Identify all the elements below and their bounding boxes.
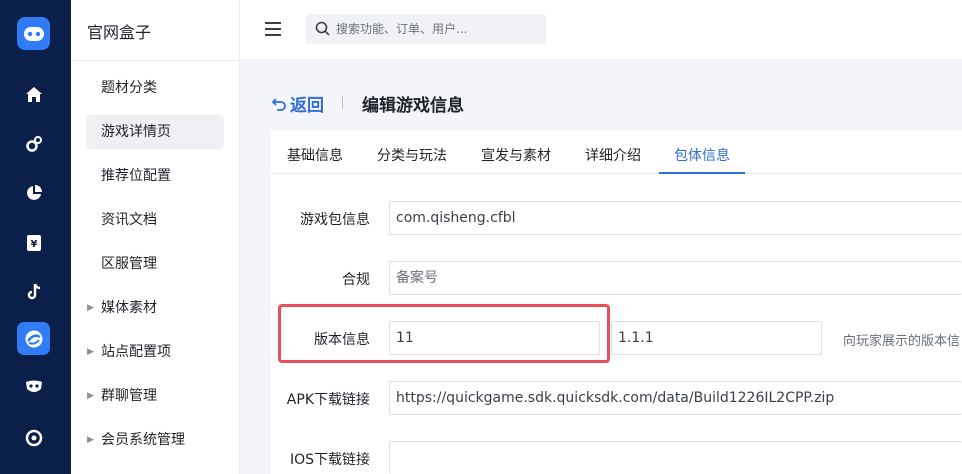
caret-right-icon: ▶ (87, 391, 94, 401)
brand-circle-icon[interactable] (17, 322, 50, 355)
menu-item-label: 资讯文档 (101, 212, 157, 228)
menu-item-media-assets[interactable]: ▶ 媒体素材 (86, 291, 224, 325)
menu-item-group-chat[interactable]: ▶ 群聊管理 (86, 379, 224, 413)
tab-package-info[interactable]: 包体信息 (674, 145, 730, 165)
secondary-menu: 官网盒子 题材分类 游戏详情页 推荐位配置 资讯文档 区服管理 ▶ 媒体素材 ▶ 站… (71, 0, 240, 474)
ticket-yen-icon[interactable]: ¥ (17, 226, 50, 259)
ios-url-input[interactable] (389, 441, 962, 474)
license-number-input[interactable] (389, 261, 962, 295)
menu-item-recommend-slot[interactable]: 推荐位配置 (86, 159, 224, 193)
active-tab-indicator (659, 172, 745, 174)
edit-card: 基础信息 分类与玩法 宣发与素材 详细介绍 包体信息 (271, 131, 962, 474)
menu-toggle-icon[interactable] (265, 22, 281, 36)
highlight-annotation-box (278, 304, 610, 363)
menu-item-news-docs[interactable]: 资讯文档 (86, 203, 224, 237)
back-label: 返回 (290, 96, 324, 116)
menu-item-label: 媒体素材 (101, 300, 157, 316)
menu-item-label: 会员系统管理 (101, 432, 185, 448)
tab-detailed-intro[interactable]: 详细介绍 (585, 145, 641, 165)
menu-item-server-management[interactable]: 区服管理 (86, 247, 224, 281)
settings-cog-icon[interactable] (17, 127, 50, 160)
package-input[interactable] (389, 201, 962, 235)
menu-item-game-detail[interactable]: 游戏详情页 (86, 115, 224, 149)
pie-chart-icon[interactable] (17, 176, 50, 209)
tab-promotion-assets[interactable]: 宣发与素材 (481, 145, 551, 165)
tab-category-gameplay[interactable]: 分类与玩法 (377, 145, 447, 165)
menu-item-label: 区服管理 (101, 256, 157, 272)
tab-basic-info[interactable]: 基础信息 (287, 145, 343, 165)
caret-right-icon: ▶ (87, 347, 94, 357)
tab-bar: 基础信息 分类与玩法 宣发与素材 详细介绍 包体信息 (271, 131, 962, 174)
back-arrow-icon (271, 97, 286, 111)
apk-url-input[interactable] (389, 381, 962, 415)
svg-text:¥: ¥ (30, 239, 37, 250)
caret-right-icon: ▶ (87, 303, 94, 313)
logo-gamepad-icon[interactable] (17, 17, 50, 50)
package-label: 游戏包信息 (300, 212, 370, 228)
search-icon (315, 21, 330, 36)
icon-rail: ¥ (0, 0, 71, 474)
mask-icon[interactable] (17, 370, 50, 403)
page-title: 编辑游戏信息 (362, 96, 464, 116)
menu-item-topic-category[interactable]: 题材分类 (86, 71, 224, 105)
menu-item-site-config[interactable]: ▶ 站点配置项 (86, 335, 224, 369)
home-icon[interactable] (17, 78, 50, 111)
back-link[interactable]: 返回 (271, 91, 324, 116)
global-search (306, 14, 546, 44)
apk-label: APK下载链接 (286, 392, 370, 408)
search-input[interactable] (336, 14, 541, 44)
version-name-input[interactable] (611, 321, 822, 355)
header-divider (342, 96, 343, 109)
menu-item-label: 群聊管理 (101, 388, 157, 404)
ios-label: IOS下载链接 (289, 452, 370, 468)
menu-item-label: 游戏详情页 (101, 124, 171, 140)
tiktok-icon[interactable] (17, 275, 50, 308)
target-icon[interactable] (17, 421, 50, 454)
menu-item-label: 站点配置项 (101, 344, 171, 360)
version-hint: 向玩家展示的版本信 (843, 334, 961, 349)
menu-divider (71, 60, 240, 61)
menu-item-label: 题材分类 (101, 80, 157, 96)
compliance-label: 合规 (342, 272, 370, 288)
menu-brand-title: 官网盒子 (87, 23, 152, 42)
menu-item-member-system[interactable]: ▶ 会员系统管理 (86, 423, 224, 457)
top-bar (240, 0, 962, 60)
menu-item-label: 推荐位配置 (101, 168, 171, 184)
caret-right-icon: ▶ (87, 435, 94, 445)
